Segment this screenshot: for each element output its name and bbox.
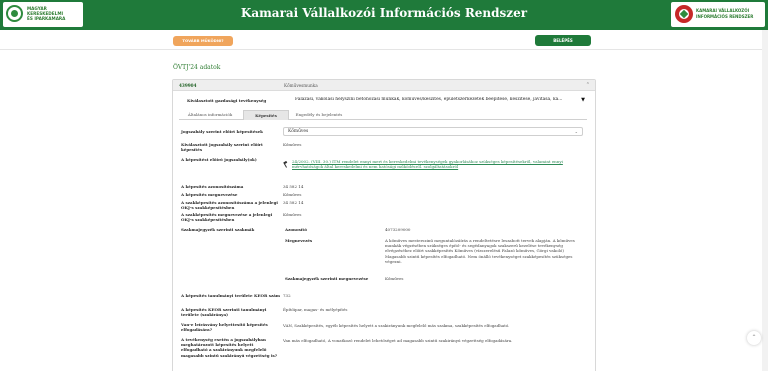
szakma-name-label: Megnevezés xyxy=(285,238,313,243)
activity-select[interactable]: Kiválasztott gazdasági tevékenység Falaz… xyxy=(179,96,587,105)
szakmajegyzek-value: Kőműves xyxy=(385,276,404,281)
app-header: MAGYAR KERESKEDELMI ÉS IPARKAMARA Kamara… xyxy=(0,0,768,30)
row-value: VAN, Szakképesítés, egyéb képesítés hely… xyxy=(283,323,510,328)
qualification-select[interactable]: Kőműves ⌄ xyxy=(283,127,583,136)
row-label: A képesítés azonosítószáma xyxy=(181,184,244,189)
row-value: Építőipar, magas- és mélyépítés xyxy=(283,307,348,312)
row-value: 732 xyxy=(283,293,291,298)
gavel-icon xyxy=(283,161,288,168)
scroll-top-button[interactable]: ⌃ xyxy=(747,331,761,345)
regulation-link[interactable]: 24/2002. (VIII. 30.) ITM rendelet ennyi … xyxy=(292,159,578,169)
activity-name: Kőművesmunka xyxy=(284,83,318,88)
accordion-header[interactable]: 439904 Kőművesmunka ⌃ xyxy=(173,80,595,91)
tab-bar: Általános információk Képesítés Engedély… xyxy=(179,108,587,120)
row-label: Kiválasztott jogszabály szerint előírt k… xyxy=(181,142,263,153)
row-label: A képesítést előíró jogszabály(ok) xyxy=(181,157,257,162)
row-value: Kőműves xyxy=(283,142,302,147)
row-label: A tevékenység esetén a jogszabályban meg… xyxy=(181,337,278,358)
caret-down-icon: ▼ xyxy=(581,97,585,103)
activity-select-value: Falazási, vakolási helyszíni betonozási … xyxy=(295,97,563,102)
row-label: A képesítés megnevezése xyxy=(181,192,238,197)
row-label: A képesítés tanulmányi területe KEOR szá… xyxy=(181,293,281,298)
toolbar xyxy=(0,30,762,50)
activity-select-label: Kiválasztott gazdasági tevékenység xyxy=(187,98,267,103)
tab-general-info[interactable]: Általános információk xyxy=(179,110,241,120)
szakma-id-label: Azonosító xyxy=(285,227,307,232)
szakmajegyzek-label: Szakmajegyzék szerinti megnevezése xyxy=(285,276,369,281)
up-arrow-icon: ⌃ xyxy=(751,334,757,341)
activity-code: 439904 xyxy=(179,83,197,88)
page-scrollbar[interactable] xyxy=(762,30,768,371)
row-label: Szakmajegyzék szerinti szakmák xyxy=(181,227,255,232)
row-value: Kőműves xyxy=(283,212,302,217)
row-value: 34 582 14 xyxy=(283,184,304,189)
kvir-icon xyxy=(675,5,693,23)
row-value: 34 582 14 xyxy=(283,200,304,205)
szakma-name-value: A kőműves mesterszinű meguntalózáírás a … xyxy=(385,238,575,264)
row-label: Van-e leírásvány helyettesítő képesítés … xyxy=(181,322,268,333)
tab-permits[interactable]: Engedély és bejelentés xyxy=(291,110,347,120)
kvir-logo-text: KAMARAI VÁLLALKOZÓI INFORMÁCIÓS RENDSZER xyxy=(696,8,754,19)
row-label: A szakképesítés megnevezése a jelenlegi … xyxy=(181,212,273,223)
row-value: Kőműves xyxy=(283,192,302,197)
szakma-id-value: 4073209000 xyxy=(385,227,411,232)
section-title: ÖVTJ'24 adatok xyxy=(173,64,221,71)
kvir-logo[interactable]: KAMARAI VÁLLALKOZÓI INFORMÁCIÓS RENDSZER xyxy=(671,2,765,27)
activity-panel: 439904 Kőművesmunka ⌃ Kiválasztott gazda… xyxy=(172,79,596,371)
qualification-select-label: Jogszabály szerint előírt képesítések xyxy=(181,129,263,134)
continue-button[interactable]: TOVÁBB MŰKÖDNI? xyxy=(173,36,233,46)
row-label: A szakképesítés azonosítószáma a jelenle… xyxy=(181,200,278,211)
app-title: Kamarai Vállalkozói Információs Rendszer xyxy=(240,6,528,20)
tab-qualification[interactable]: Képesítés xyxy=(243,110,289,120)
chevron-down-icon: ⌄ xyxy=(574,129,578,134)
qualification-select-value: Kőműves xyxy=(288,129,309,134)
chevron-up-icon[interactable]: ⌃ xyxy=(586,82,590,88)
row-label: A képesítés KEOR szerinti tanulmányi ter… xyxy=(181,307,267,318)
login-button[interactable]: BELÉPÉS xyxy=(535,35,591,46)
row-value: Van más elfogadható, A vonatkozó rendele… xyxy=(283,338,513,343)
